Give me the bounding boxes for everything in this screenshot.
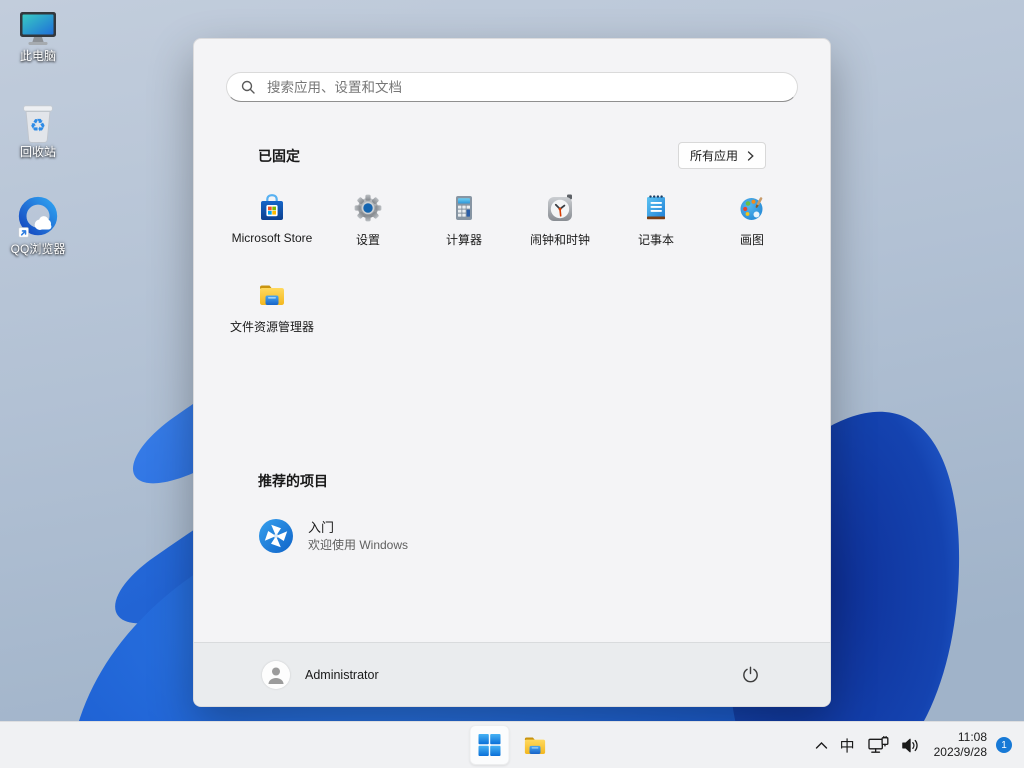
tray-time: 11:08 xyxy=(957,730,987,744)
desktop-icon-label: 此电脑 xyxy=(19,49,56,63)
search-box xyxy=(226,72,798,102)
tray-date: 2023/9/28 xyxy=(933,745,987,759)
chevron-right-icon xyxy=(747,150,754,161)
app-tile-alarms-clock[interactable]: 闹钟和时钟 xyxy=(512,184,608,271)
volume-icon[interactable] xyxy=(895,731,926,760)
app-tile-microsoft-store[interactable]: Microsoft Store xyxy=(224,184,320,271)
user-name: Administrator xyxy=(305,667,379,682)
search-icon xyxy=(241,80,255,94)
svg-text:♻: ♻ xyxy=(30,116,46,137)
user-profile-button[interactable]: Administrator xyxy=(258,657,383,693)
user-avatar-icon xyxy=(262,660,290,689)
start-menu-panel: 已固定 所有应用 Microsoft Sto xyxy=(193,38,831,707)
notepad-icon xyxy=(640,192,672,224)
ime-indicator[interactable]: 中 xyxy=(833,731,862,760)
alarms-clock-icon xyxy=(544,192,576,224)
notification-badge[interactable]: 1 xyxy=(996,737,1012,753)
recommended-item-title: 入门 xyxy=(308,519,335,535)
folder-icon xyxy=(521,732,548,759)
app-tile-file-explorer[interactable]: 文件资源管理器 xyxy=(224,271,320,358)
power-button[interactable] xyxy=(735,659,766,690)
recommended-item-subtitle: 欢迎使用 Windows xyxy=(308,537,409,552)
app-label: 闹钟和时钟 xyxy=(529,233,590,247)
get-started-icon xyxy=(258,518,294,554)
app-tile-notepad[interactable]: 记事本 xyxy=(608,184,704,271)
start-button[interactable] xyxy=(469,725,510,765)
app-tile-paint[interactable]: 画图 xyxy=(704,184,800,271)
taskbar: 中 11:08 2023/9/28 1 xyxy=(0,721,1024,768)
this-pc-icon xyxy=(16,10,60,48)
all-apps-button[interactable]: 所有应用 xyxy=(677,142,766,169)
app-label: 记事本 xyxy=(637,233,674,247)
recommended-item-get-started[interactable]: 入门 欢迎使用 Windows xyxy=(250,513,416,559)
network-icon[interactable] xyxy=(862,731,895,760)
all-apps-label: 所有应用 xyxy=(689,149,738,163)
windows-start-icon xyxy=(478,734,501,756)
calculator-icon xyxy=(448,192,480,224)
taskbar-file-explorer-button[interactable] xyxy=(515,725,555,765)
pinned-app-grid: Microsoft Store 设置 计算器 闹钟和时钟 记事本 画图 文件资源… xyxy=(194,184,830,358)
paint-icon xyxy=(736,192,768,224)
recommended-header: 推荐的项目 xyxy=(258,473,328,489)
qq-browser-icon xyxy=(15,195,61,241)
pinned-header: 已固定 xyxy=(258,147,300,164)
search-input[interactable] xyxy=(226,72,798,102)
chevron-up-icon xyxy=(815,741,828,750)
desktop-icon-label: QQ浏览器 xyxy=(10,242,66,256)
app-label: 计算器 xyxy=(445,233,482,247)
desktop-icon-label: 回收站 xyxy=(19,145,56,159)
app-label: 设置 xyxy=(355,233,380,247)
app-label: 文件资源管理器 xyxy=(229,320,314,334)
taskbar-clock[interactable]: 11:08 2023/9/28 xyxy=(934,730,987,760)
file-explorer-icon xyxy=(256,279,288,311)
settings-gear-icon xyxy=(352,192,384,224)
app-tile-settings[interactable]: 设置 xyxy=(320,184,416,271)
start-menu-user-bar: Administrator xyxy=(194,642,830,706)
app-label: 画图 xyxy=(739,233,764,247)
app-tile-calculator[interactable]: 计算器 xyxy=(416,184,512,271)
desktop-icon-recycle-bin[interactable]: ♻ 回收站 xyxy=(1,102,75,159)
power-icon xyxy=(741,665,760,684)
desktop-icon-this-pc[interactable]: 此电脑 xyxy=(1,10,75,63)
tray-hidden-icons-button[interactable] xyxy=(810,736,833,755)
microsoft-store-icon xyxy=(256,192,288,224)
app-label: Microsoft Store xyxy=(231,231,313,245)
desktop-icon-qq-browser[interactable]: QQ浏览器 xyxy=(1,195,75,256)
recycle-bin-icon: ♻ xyxy=(17,102,59,144)
